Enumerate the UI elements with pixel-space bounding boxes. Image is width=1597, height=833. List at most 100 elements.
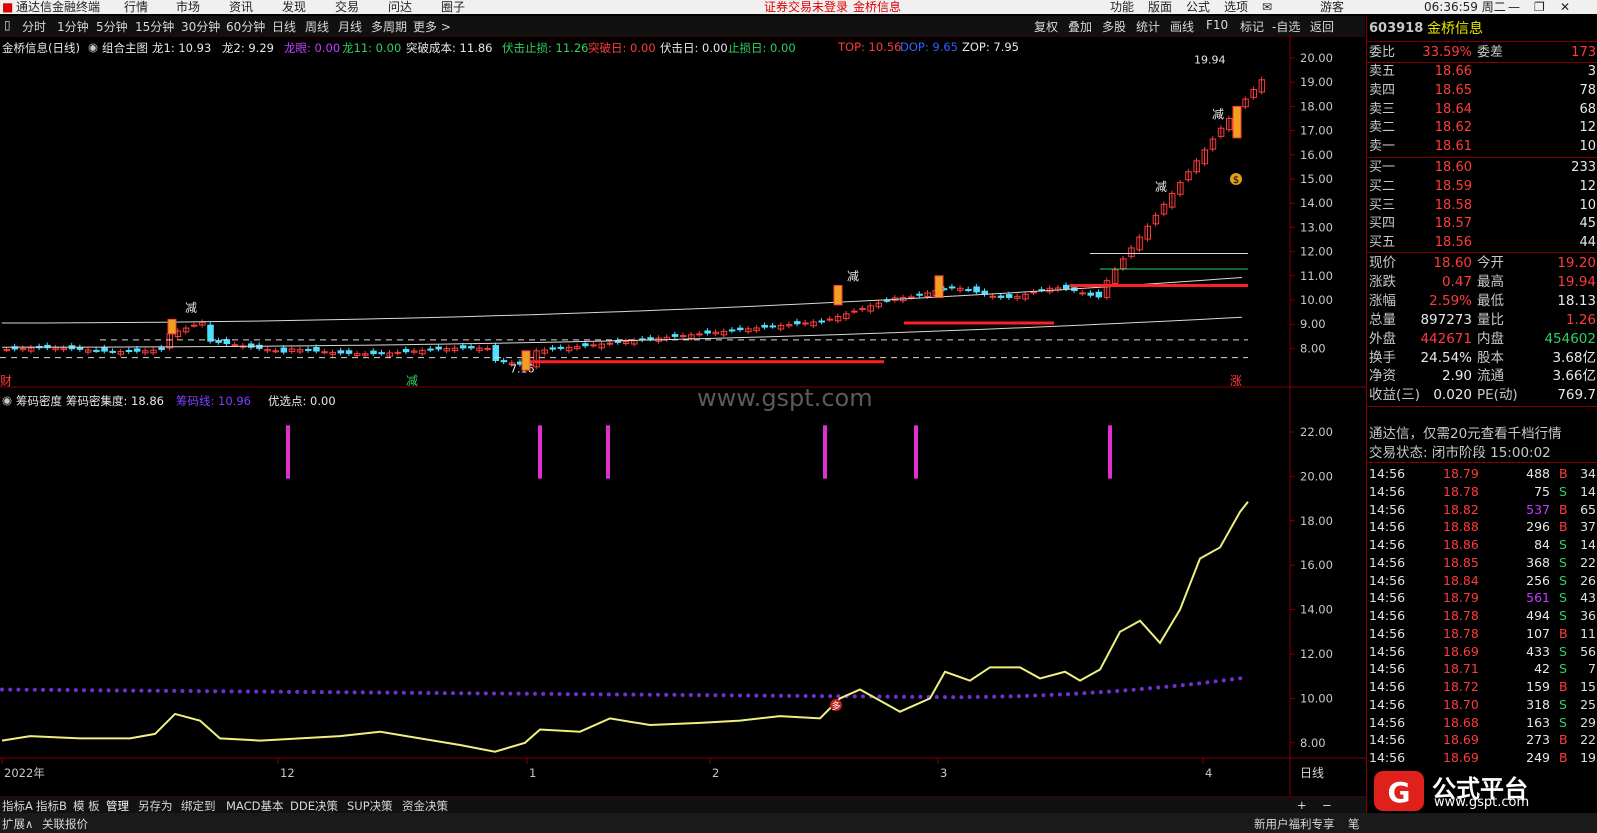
promo-text[interactable]: 通达信，仅需20元查看千档行情 bbox=[1369, 425, 1562, 443]
guest-label[interactable]: 游客 bbox=[1320, 0, 1344, 14]
period-tab-monthly[interactable]: 月线 bbox=[338, 18, 362, 35]
tool-back[interactable]: 返回 bbox=[1310, 18, 1334, 35]
tab-macd-basic[interactable]: MACD基本 bbox=[226, 798, 283, 814]
chip-line-dot bbox=[1213, 679, 1218, 684]
menu-item-discover[interactable]: 发现 bbox=[282, 0, 306, 14]
menu-item-layout[interactable]: 版面 bbox=[1148, 0, 1172, 14]
tab-manage[interactable]: 管理 bbox=[106, 798, 129, 814]
mail-icon[interactable]: ✉ bbox=[1262, 0, 1272, 14]
menu-item-ask[interactable]: 问达 bbox=[388, 0, 412, 14]
chip-line-dot bbox=[32, 687, 37, 692]
stat-label: 净资 bbox=[1369, 368, 1396, 385]
tool-overlay[interactable]: 叠加 bbox=[1068, 18, 1092, 35]
period-tab-multi[interactable]: 多周期 bbox=[371, 18, 407, 35]
login-notice[interactable]: 证券交易未登录 bbox=[764, 0, 848, 14]
panel-separator bbox=[1367, 462, 1597, 463]
tab-indicator-b[interactable]: 指标B bbox=[36, 798, 67, 814]
tick-side: B bbox=[1559, 732, 1568, 748]
chip-line-dot bbox=[934, 695, 939, 700]
tick-price: 18.78 bbox=[1443, 483, 1479, 499]
chip-line-dot bbox=[1139, 687, 1144, 692]
reduce-mark: 减 bbox=[1212, 108, 1224, 122]
tab-indicator-a[interactable]: 指标A bbox=[2, 798, 33, 814]
chip-line-dot bbox=[1090, 690, 1095, 695]
chip-line-dot bbox=[82, 688, 86, 693]
tool-f10[interactable]: F10 bbox=[1206, 18, 1228, 32]
period-tab-15min[interactable]: 15分钟 bbox=[135, 18, 174, 35]
sub-axis-label: 20.00 bbox=[1300, 469, 1333, 483]
tool-statistics[interactable]: 统计 bbox=[1136, 18, 1160, 35]
period-tab-daily[interactable]: 日线 bbox=[272, 18, 296, 35]
candle-body bbox=[549, 347, 557, 350]
zoom-out-button[interactable]: − bbox=[1322, 798, 1332, 812]
tick-volume: 561 bbox=[1526, 590, 1550, 606]
close-icon[interactable]: ✕ bbox=[1560, 0, 1570, 14]
linked-quote-button[interactable]: 关联报价 bbox=[42, 816, 88, 832]
welfare-link[interactable]: 新用户福利专享 bbox=[1254, 816, 1335, 832]
candle-body bbox=[704, 330, 711, 334]
menu-item-function[interactable]: 功能 bbox=[1110, 0, 1134, 14]
tool-draw-line[interactable]: 画线 bbox=[1170, 18, 1194, 35]
chip-line-dot bbox=[885, 694, 890, 699]
chip-line-dot bbox=[287, 689, 291, 694]
menu-item-circle[interactable]: 圈子 bbox=[441, 0, 465, 14]
bid-row: 买一 18.60 233 bbox=[1367, 159, 1597, 177]
tab-dde[interactable]: DDE决策 bbox=[290, 798, 338, 814]
zoom-in-button[interactable]: + bbox=[1297, 798, 1307, 812]
tool-restore-rights[interactable]: 复权 bbox=[1034, 18, 1058, 35]
price-axis-label: 20.00 bbox=[1300, 51, 1333, 65]
chip-line-dot bbox=[1033, 693, 1038, 698]
pen-label[interactable]: 笔 bbox=[1348, 816, 1360, 832]
tab-sup[interactable]: SUP决策 bbox=[347, 798, 393, 814]
period-tab-weekly[interactable]: 周线 bbox=[305, 18, 329, 35]
tick-count: 15 bbox=[1580, 679, 1596, 694]
chip-line-dot bbox=[795, 693, 800, 698]
minimize-icon[interactable]: — bbox=[1508, 0, 1520, 14]
period-tab-60min[interactable]: 60分钟 bbox=[226, 18, 265, 35]
tool-mark[interactable]: 标记 bbox=[1240, 18, 1264, 35]
logo-g-icon: G bbox=[1388, 776, 1411, 809]
chip-line-dot bbox=[598, 692, 603, 697]
period-tab-timeshare[interactable]: 分时 bbox=[22, 18, 46, 35]
logo-url: www.gspt.com bbox=[1434, 795, 1530, 810]
period-tab-more[interactable]: 更多 > bbox=[413, 18, 451, 35]
menu-item-news[interactable]: 资讯 bbox=[229, 0, 253, 14]
menu-item-trade[interactable]: 交易 bbox=[335, 0, 359, 14]
tab-template[interactable]: 模 板 bbox=[73, 798, 100, 814]
period-tab-5min[interactable]: 5分钟 bbox=[96, 18, 128, 35]
menu-item-formula[interactable]: 公式 bbox=[1186, 0, 1210, 14]
chip-line-dot bbox=[959, 695, 964, 700]
chip-line-dot bbox=[754, 693, 759, 698]
tick-count: 56 bbox=[1580, 643, 1596, 659]
menu-item-options[interactable]: 选项 bbox=[1224, 0, 1248, 14]
period-tab-1min[interactable]: 1分钟 bbox=[57, 18, 89, 35]
price-axis-label: 14.00 bbox=[1300, 196, 1333, 210]
tick-row: 14:56 18.78 494 S 36 bbox=[1367, 607, 1597, 625]
chip-line-dot bbox=[1172, 683, 1177, 688]
tool-multi-stock[interactable]: 多股 bbox=[1102, 18, 1126, 35]
tool-add-watchlist[interactable]: -自选 bbox=[1272, 18, 1300, 35]
stat-label: 流通 bbox=[1477, 368, 1504, 385]
clock: 06:36:59 周二 bbox=[1424, 0, 1506, 14]
chip-line-dot bbox=[57, 687, 62, 692]
tick-time: 14:56 bbox=[1369, 483, 1406, 499]
panel-separator bbox=[1367, 252, 1597, 253]
kline-chart-area[interactable]: 20.0019.0018.0017.0016.0015.0014.0013.00… bbox=[0, 36, 1366, 796]
expand-button[interactable]: 扩展∧ bbox=[2, 816, 33, 832]
tab-bind-to[interactable]: 绑定到 bbox=[181, 798, 216, 814]
tick-price: 18.69 bbox=[1443, 732, 1479, 748]
chip-line-dot bbox=[943, 695, 947, 700]
chip-line-dot bbox=[500, 691, 505, 696]
tab-fund[interactable]: 资金决策 bbox=[402, 798, 448, 814]
app-title: 通达信金融终端 bbox=[16, 0, 101, 14]
panel-toggle-icon[interactable]: ▯ bbox=[4, 18, 11, 32]
menu-item-quotes[interactable]: 行情 bbox=[124, 0, 148, 14]
period-tab-30min[interactable]: 30分钟 bbox=[181, 18, 220, 35]
promo-row[interactable]: 通达信，仅需20元查看千档行情 bbox=[1367, 425, 1597, 443]
chip-line-dot bbox=[377, 690, 382, 695]
menu-item-market[interactable]: 市场 bbox=[176, 0, 200, 14]
chip-line-dot bbox=[582, 692, 587, 697]
maximize-icon[interactable]: ❐ bbox=[1534, 0, 1545, 14]
tab-save-as[interactable]: 另存为 bbox=[138, 798, 173, 814]
stat-value: 2.90 bbox=[1441, 368, 1472, 385]
